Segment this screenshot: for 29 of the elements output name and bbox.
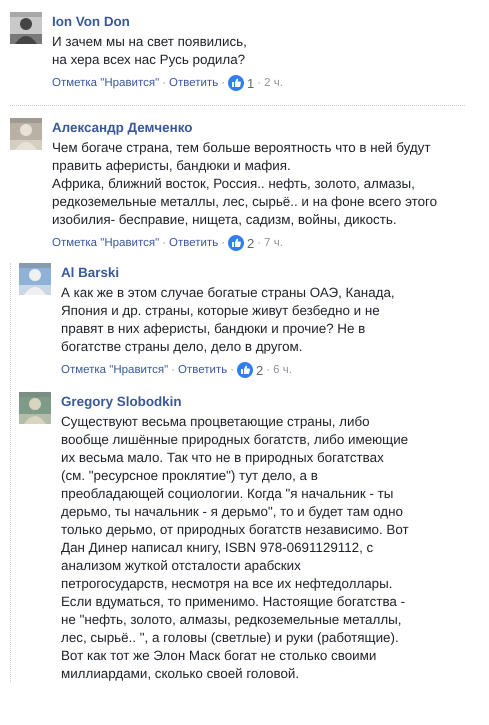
separator-dot: · — [162, 237, 166, 249]
like-link[interactable]: Отметка "Нравится" — [52, 77, 160, 89]
thumbs-up-icon[interactable] — [237, 362, 254, 378]
comment-text: Чем богаче страна, тем больше вероятность что в ней будут править аферисты, бандюки и мафия. Африка, ближний восток, Россия.. нефть, золото, алмазы, редкоземельные металлы, лес, сырьё.. и на фоне всего этого изобилия- бесправие, нищета, садизм, войны, дикость. — [52, 139, 438, 229]
like-count[interactable]: 1 — [247, 76, 254, 90]
like-link[interactable]: Отметка "Нравится" — [61, 364, 168, 376]
author-name[interactable]: Gregory Slobodkin — [61, 393, 182, 411]
separator-dot: · — [266, 364, 270, 376]
separator-dot: · — [171, 364, 176, 376]
separator-dot: · — [162, 77, 166, 89]
separator-dot: · — [221, 77, 226, 89]
separator-dot: · — [221, 237, 226, 249]
comment-text: А как же в этом случае богатые страны ОАЭ, Канада, Япония и др. страны, которые живут безбедно и не правят в них аферисты, бандюки и прочие? Не в богатстве страны дело, дело в другом. — [61, 284, 395, 356]
author-name[interactable]: Al Barski — [61, 264, 120, 282]
separator-dot: · — [257, 77, 262, 89]
author-name[interactable]: Александр Демченко — [52, 119, 192, 137]
like-count[interactable]: 2 — [247, 236, 254, 250]
thumbs-up-icon[interactable] — [228, 235, 244, 251]
comment-text: И зачем мы на свет появились, на хера всех нас Русь родила? — [52, 33, 247, 69]
comment-text: Существуют весьма процветающие страны, либо вообще лишённые природных богатств, либо имеющие их весьма мало. Так что не в природных богатствах (см. "ресурсное проклятие") тут дело, а в преобладающей социологии. Когда "я начальник - ты дерьмо, ты начальник - я дерьмо", то и будет там одно только дерьмо, от природных богатств независимо. Вот Дан Динер написал книгу, ISBN 978-0691129112, с анализом жуткой отсталости арабских петрогосударств, несмотря на все их нефтедоллары. Если вдуматься, то применимо. Настоящие богатства - не "нефть, золото, алмазы, редкоземельные металлы, лес, сырьё.. ", а головы (светлые) и руки (работящие). Вот как тот же Элон Маск богат не столько своими миллиардами, сколько своей головой. — [61, 413, 409, 683]
reply-link[interactable]: Ответить — [178, 364, 228, 376]
like-link[interactable]: Отметка "Нравится" — [52, 237, 160, 249]
reply-link[interactable]: Ответить — [169, 77, 218, 89]
like-count[interactable]: 2 — [256, 362, 264, 378]
separator-dot: · — [257, 237, 262, 249]
reply-link[interactable]: Ответить — [169, 237, 218, 249]
separator-dot: · — [230, 364, 234, 376]
author-name[interactable]: Ion Von Don — [52, 13, 130, 31]
thumbs-up-icon[interactable] — [228, 75, 244, 91]
